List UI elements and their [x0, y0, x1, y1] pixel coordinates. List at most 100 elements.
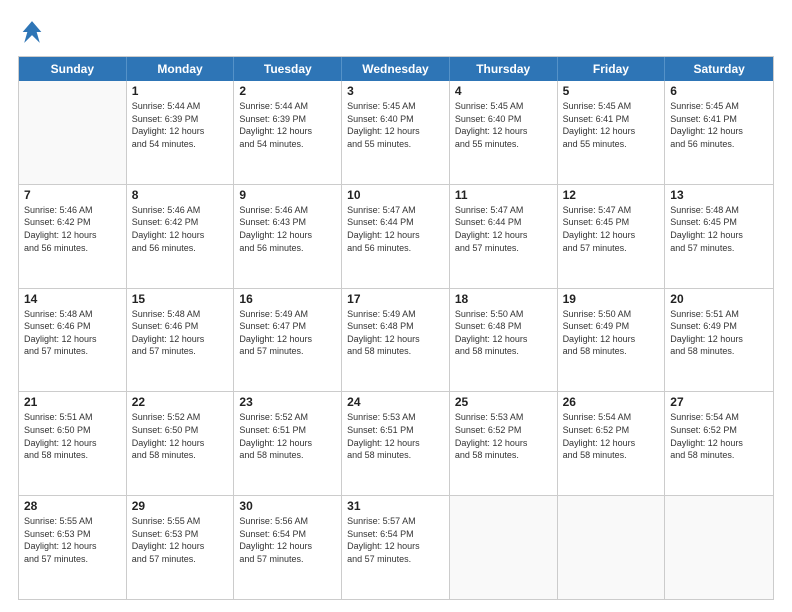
cal-cell: 13 Sunrise: 5:48 AM Sunset: 6:45 PM Dayli…: [665, 185, 773, 288]
page: SundayMondayTuesdayWednesdayThursdayFrid…: [0, 0, 792, 612]
day-info: Sunrise: 5:53 AM Sunset: 6:51 PM Dayligh…: [347, 411, 444, 461]
cal-cell: 4Sunrise: 5:45 AM Sunset: 6:40 PM Daylig…: [450, 81, 558, 184]
day-number: 4: [455, 84, 552, 98]
cal-cell: 24 Sunrise: 5:53 AM Sunset: 6:51 PM Dayli…: [342, 392, 450, 495]
cal-cell: 27 Sunrise: 5:54 AM Sunset: 6:52 PM Dayli…: [665, 392, 773, 495]
day-number: 11: [455, 188, 552, 202]
calendar: SundayMondayTuesdayWednesdayThursdayFrid…: [18, 56, 774, 600]
day-info: Sunrise: 5:54 AM Sunset: 6:52 PM Dayligh…: [563, 411, 660, 461]
day-number: 30: [239, 499, 336, 513]
day-info: Sunrise: 5:56 AM Sunset: 6:54 PM Dayligh…: [239, 515, 336, 565]
cal-cell: 10 Sunrise: 5:47 AM Sunset: 6:44 PM Dayli…: [342, 185, 450, 288]
day-info: Sunrise: 5:53 AM Sunset: 6:52 PM Dayligh…: [455, 411, 552, 461]
day-info: Sunrise: 5:55 AM Sunset: 6:53 PM Dayligh…: [24, 515, 121, 565]
cal-cell: 26 Sunrise: 5:54 AM Sunset: 6:52 PM Dayli…: [558, 392, 666, 495]
week-row-3: 14 Sunrise: 5:48 AM Sunset: 6:46 PM Dayli…: [19, 289, 773, 393]
day-info: Sunrise: 5:48 AM Sunset: 6:46 PM Dayligh…: [132, 308, 229, 358]
day-number: 20: [670, 292, 768, 306]
cal-cell: 17 Sunrise: 5:49 AM Sunset: 6:48 PM Dayli…: [342, 289, 450, 392]
cal-cell: 7Sunrise: 5:46 AM Sunset: 6:42 PM Daylig…: [19, 185, 127, 288]
week-row-1: 1Sunrise: 5:44 AM Sunset: 6:39 PM Daylig…: [19, 81, 773, 185]
day-number: 2: [239, 84, 336, 98]
cal-cell: 11 Sunrise: 5:47 AM Sunset: 6:44 PM Dayli…: [450, 185, 558, 288]
cal-cell: 16 Sunrise: 5:49 AM Sunset: 6:47 PM Dayli…: [234, 289, 342, 392]
day-number: 13: [670, 188, 768, 202]
day-number: 19: [563, 292, 660, 306]
day-info: Sunrise: 5:47 AM Sunset: 6:44 PM Dayligh…: [455, 204, 552, 254]
day-info: Sunrise: 5:46 AM Sunset: 6:42 PM Dayligh…: [132, 204, 229, 254]
cal-cell: 6 Sunrise: 5:45 AM Sunset: 6:41 PM Daylig…: [665, 81, 773, 184]
day-number: 29: [132, 499, 229, 513]
day-number: 9: [239, 188, 336, 202]
header-day-friday: Friday: [558, 57, 666, 81]
day-info: Sunrise: 5:44 AM Sunset: 6:39 PM Dayligh…: [132, 100, 229, 150]
day-number: 27: [670, 395, 768, 409]
cal-cell: 30 Sunrise: 5:56 AM Sunset: 6:54 PM Dayli…: [234, 496, 342, 599]
day-info: Sunrise: 5:51 AM Sunset: 6:49 PM Dayligh…: [670, 308, 768, 358]
logo: [18, 18, 50, 46]
cal-cell: 1Sunrise: 5:44 AM Sunset: 6:39 PM Daylig…: [127, 81, 235, 184]
cal-cell: 2 Sunrise: 5:44 AM Sunset: 6:39 PM Daylig…: [234, 81, 342, 184]
day-info: Sunrise: 5:55 AM Sunset: 6:53 PM Dayligh…: [132, 515, 229, 565]
calendar-header: SundayMondayTuesdayWednesdayThursdayFrid…: [19, 57, 773, 81]
day-number: 18: [455, 292, 552, 306]
day-number: 24: [347, 395, 444, 409]
week-row-2: 7 Sunrise: 5:46 AM Sunset: 6:42 PM Daylig…: [19, 185, 773, 289]
logo-icon: [18, 18, 46, 46]
cal-cell: [665, 496, 773, 599]
day-number: 3: [347, 84, 444, 98]
cal-cell: 23 Sunrise: 5:52 AM Sunset: 6:51 PM Dayli…: [234, 392, 342, 495]
day-info: Sunrise: 5:45 AM Sunset: 6:41 PM Dayligh…: [563, 100, 660, 150]
cal-cell: 5 Sunrise: 5:45 AM Sunset: 6:41 PM Daylig…: [558, 81, 666, 184]
cal-cell: 25Sunrise: 5:53 AM Sunset: 6:52 PM Dayli…: [450, 392, 558, 495]
day-info: Sunrise: 5:54 AM Sunset: 6:52 PM Dayligh…: [670, 411, 768, 461]
day-info: Sunrise: 5:44 AM Sunset: 6:39 PM Dayligh…: [239, 100, 336, 150]
day-info: Sunrise: 5:48 AM Sunset: 6:45 PM Dayligh…: [670, 204, 768, 254]
header: [18, 18, 774, 46]
cal-cell: 8 Sunrise: 5:46 AM Sunset: 6:42 PM Daylig…: [127, 185, 235, 288]
day-info: Sunrise: 5:50 AM Sunset: 6:49 PM Dayligh…: [563, 308, 660, 358]
cal-cell: 22 Sunrise: 5:52 AM Sunset: 6:50 PM Dayli…: [127, 392, 235, 495]
day-info: Sunrise: 5:45 AM Sunset: 6:40 PM Dayligh…: [347, 100, 444, 150]
day-info: Sunrise: 5:50 AM Sunset: 6:48 PM Dayligh…: [455, 308, 552, 358]
day-number: 16: [239, 292, 336, 306]
day-number: 26: [563, 395, 660, 409]
day-number: 31: [347, 499, 444, 513]
day-info: Sunrise: 5:47 AM Sunset: 6:45 PM Dayligh…: [563, 204, 660, 254]
day-number: 7: [24, 188, 121, 202]
cal-cell: 28Sunrise: 5:55 AM Sunset: 6:53 PM Dayli…: [19, 496, 127, 599]
header-day-tuesday: Tuesday: [234, 57, 342, 81]
day-number: 14: [24, 292, 121, 306]
day-number: 22: [132, 395, 229, 409]
day-number: 23: [239, 395, 336, 409]
cal-cell: 15 Sunrise: 5:48 AM Sunset: 6:46 PM Dayli…: [127, 289, 235, 392]
day-info: Sunrise: 5:52 AM Sunset: 6:51 PM Dayligh…: [239, 411, 336, 461]
cal-cell: 31Sunrise: 5:57 AM Sunset: 6:54 PM Dayli…: [342, 496, 450, 599]
day-info: Sunrise: 5:49 AM Sunset: 6:48 PM Dayligh…: [347, 308, 444, 358]
cal-cell: 3 Sunrise: 5:45 AM Sunset: 6:40 PM Daylig…: [342, 81, 450, 184]
day-number: 12: [563, 188, 660, 202]
week-row-5: 28Sunrise: 5:55 AM Sunset: 6:53 PM Dayli…: [19, 496, 773, 599]
cal-cell: 12 Sunrise: 5:47 AM Sunset: 6:45 PM Dayli…: [558, 185, 666, 288]
cal-cell: 21 Sunrise: 5:51 AM Sunset: 6:50 PM Dayli…: [19, 392, 127, 495]
day-number: 5: [563, 84, 660, 98]
day-info: Sunrise: 5:48 AM Sunset: 6:46 PM Dayligh…: [24, 308, 121, 358]
day-info: Sunrise: 5:49 AM Sunset: 6:47 PM Dayligh…: [239, 308, 336, 358]
day-number: 8: [132, 188, 229, 202]
day-info: Sunrise: 5:47 AM Sunset: 6:44 PM Dayligh…: [347, 204, 444, 254]
day-number: 15: [132, 292, 229, 306]
cal-cell: [450, 496, 558, 599]
cal-cell: 20 Sunrise: 5:51 AM Sunset: 6:49 PM Dayli…: [665, 289, 773, 392]
cal-cell: 18 Sunrise: 5:50 AM Sunset: 6:48 PM Dayli…: [450, 289, 558, 392]
day-number: 6: [670, 84, 768, 98]
day-number: 17: [347, 292, 444, 306]
day-info: Sunrise: 5:52 AM Sunset: 6:50 PM Dayligh…: [132, 411, 229, 461]
header-day-sunday: Sunday: [19, 57, 127, 81]
day-number: 21: [24, 395, 121, 409]
cal-cell: 19 Sunrise: 5:50 AM Sunset: 6:49 PM Dayli…: [558, 289, 666, 392]
day-info: Sunrise: 5:45 AM Sunset: 6:41 PM Dayligh…: [670, 100, 768, 150]
header-day-monday: Monday: [127, 57, 235, 81]
cal-cell: 9Sunrise: 5:46 AM Sunset: 6:43 PM Daylig…: [234, 185, 342, 288]
day-info: Sunrise: 5:51 AM Sunset: 6:50 PM Dayligh…: [24, 411, 121, 461]
day-number: 10: [347, 188, 444, 202]
